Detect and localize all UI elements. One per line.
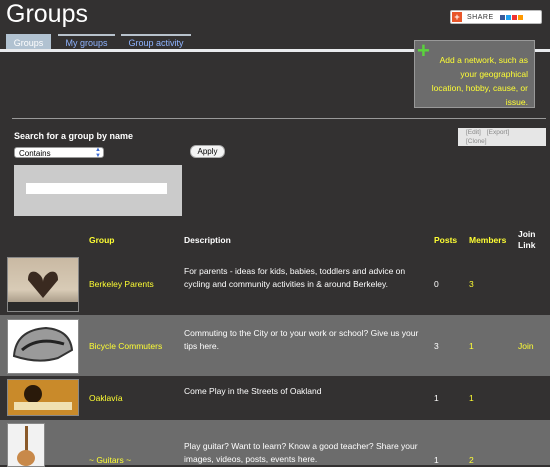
group-posts: 1 (434, 393, 439, 403)
group-name-link[interactable]: Bicycle Commuters (89, 340, 162, 353)
group-posts: 0 (434, 279, 439, 289)
header-members: Members (469, 235, 507, 245)
add-network-box[interactable]: + Add a network, such as your geographic… (414, 38, 535, 108)
edit-link[interactable]: [Edit] (466, 129, 481, 136)
group-name-link[interactable]: ~ Guitars ~ (89, 454, 131, 467)
table-row: Oaklavía Come Play in the Streets of Oak… (0, 376, 550, 420)
table-row: ~ Guitars ~ Play guitar? Want to learn? … (0, 420, 550, 467)
share-label: SHARE (467, 13, 494, 21)
edit-links: [Edit] [Export] [Clone] (458, 128, 546, 146)
join-link[interactable]: Join (518, 340, 534, 353)
select-arrows-icon: ▲ ▼ (95, 147, 101, 159)
search-area (14, 165, 182, 216)
export-link[interactable]: [Export] (487, 129, 509, 136)
group-description: For parents - ideas for kids, babies, to… (184, 266, 406, 289)
header-join-link: Join Link (518, 229, 536, 250)
header-description: Description (184, 235, 231, 245)
apply-button[interactable]: Apply (190, 145, 225, 158)
group-members-link[interactable]: 1 (469, 340, 474, 353)
share-plus-icon: + (452, 12, 462, 22)
group-thumbnail[interactable] (7, 319, 79, 374)
group-thumbnail[interactable] (7, 423, 45, 467)
bike-helmet-icon (12, 326, 74, 362)
group-posts: 3 (434, 341, 439, 351)
group-name-link[interactable]: Berkeley Parents (89, 278, 154, 291)
group-description: Play guitar? Want to learn? Know a good … (184, 441, 418, 464)
guitar-icon (17, 426, 35, 466)
group-members-link[interactable]: 2 (469, 454, 474, 467)
table-row: Berkeley Parents For parents - ideas for… (0, 253, 550, 315)
header-posts: Posts (434, 235, 458, 245)
group-thumbnail[interactable] (7, 257, 79, 312)
page-title: Groups (6, 0, 88, 28)
group-description: Commuting to the City or to your work or… (184, 328, 419, 351)
search-label: Search for a group by name (14, 131, 134, 141)
group-posts: 1 (434, 455, 439, 465)
divider (12, 118, 546, 119)
search-mode-select[interactable]: Contains ▲ ▼ (14, 147, 104, 159)
search-input[interactable] (26, 183, 167, 194)
oaklavia-logo-icon (14, 385, 72, 410)
share-button[interactable]: + SHARE (450, 10, 542, 24)
table-row: Bicycle Commuters Commuting to the City … (0, 315, 550, 376)
group-thumbnail[interactable] (7, 379, 79, 416)
heart-hands-icon (8, 271, 78, 311)
search-mode-value: Contains (19, 149, 51, 158)
header-group: Group (89, 235, 115, 245)
clone-link[interactable]: [Clone] (466, 138, 487, 145)
group-members-link[interactable]: 3 (469, 278, 474, 291)
group-description: Come Play in the Streets of Oakland (184, 386, 322, 396)
social-logos-icon (499, 14, 523, 20)
add-network-text: Add a network, such as your geographical… (431, 55, 528, 107)
group-members-link[interactable]: 1 (469, 392, 474, 405)
group-name-link[interactable]: Oaklavía (89, 392, 123, 405)
